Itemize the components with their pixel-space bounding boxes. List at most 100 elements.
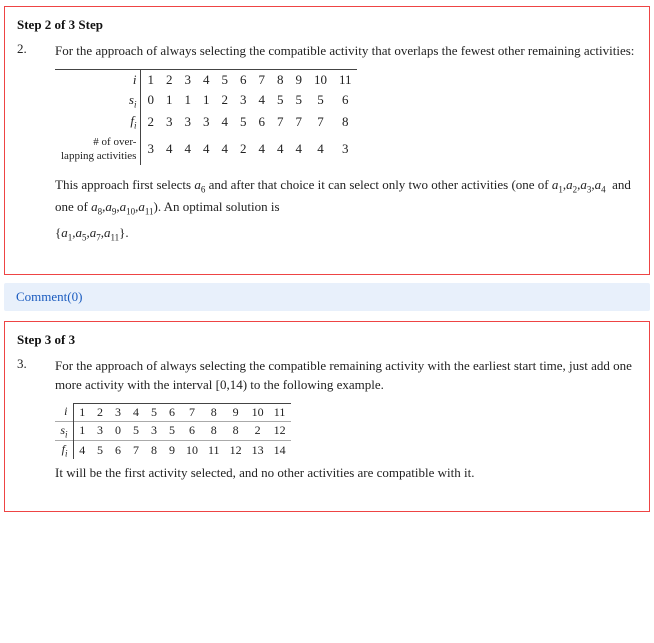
cell: 0: [141, 90, 160, 112]
step2-desc: This approach first selects a6 and after…: [55, 175, 637, 219]
cell: 5: [289, 90, 308, 112]
cell: 6: [109, 440, 127, 459]
step2-num: 2.: [17, 41, 55, 57]
cell: 4: [289, 133, 308, 166]
cell: 4: [252, 90, 271, 112]
cell: 4: [197, 133, 216, 166]
cell: 2: [234, 133, 253, 166]
step2-header: Step 2 of 3 Step: [17, 17, 637, 33]
cell: 6: [252, 111, 271, 133]
cell: 1: [160, 90, 179, 112]
cell: 5: [163, 421, 181, 440]
cell: 5: [271, 90, 290, 112]
cell: 3: [141, 133, 160, 166]
table-row: fi 4 5 6 7 8 9 10 11 12 13 14: [55, 440, 291, 459]
cell: 3: [333, 133, 358, 166]
cell: 5: [215, 69, 234, 90]
row-label-i: i: [55, 69, 141, 90]
step2-content: For the approach of always selecting the…: [55, 41, 637, 254]
cell: 5: [127, 421, 145, 440]
cell: 3: [160, 111, 179, 133]
row-label-fi: fi: [55, 111, 141, 133]
cell: 4: [160, 133, 179, 166]
cell: 8: [145, 440, 163, 459]
cell: 1: [73, 421, 91, 440]
cell: 4: [215, 133, 234, 166]
step3-table: i 1 2 3 4 5 6 7 8 9 10 11: [55, 403, 291, 460]
cell: 1: [197, 90, 216, 112]
cell: 11: [269, 403, 291, 421]
cell: 1: [73, 403, 91, 421]
step2-table: i 1 2 3 4 5 6 7 8 9 10 11: [55, 69, 357, 166]
step3-section: Step 3 of 3 3. For the approach of alway…: [4, 321, 650, 512]
cell: 2: [91, 403, 109, 421]
cell-i: i: [55, 403, 73, 421]
cell: 6: [234, 69, 253, 90]
cell: 7: [127, 440, 145, 459]
step2-table-container: i 1 2 3 4 5 6 7 8 9 10 11: [55, 69, 637, 166]
cell: 4: [308, 133, 333, 166]
cell: 3: [197, 111, 216, 133]
step3-problem-row: 3. For the approach of always selecting …: [17, 356, 637, 491]
cell: 0: [109, 421, 127, 440]
cell-fi: fi: [55, 440, 73, 459]
cell: 11: [203, 440, 225, 459]
cell: 4: [252, 133, 271, 166]
cell: 6: [333, 90, 358, 112]
cell: 3: [145, 421, 163, 440]
cell: 3: [234, 90, 253, 112]
step3-num: 3.: [17, 356, 55, 372]
step3-content: For the approach of always selecting the…: [55, 356, 637, 491]
row-label-si: si: [55, 90, 141, 112]
cell: 3: [178, 69, 197, 90]
cell: 6: [181, 421, 203, 440]
step3-header: Step 3 of 3: [17, 332, 637, 348]
cell-si: si: [55, 421, 73, 440]
cell: 4: [178, 133, 197, 166]
cell: 7: [252, 69, 271, 90]
cell: 8: [333, 111, 358, 133]
cell: 8: [203, 421, 225, 440]
step2-optimal: {a1,a5,a7,a11}.: [55, 223, 637, 245]
step2-problem-row: 2. For the approach of always selecting …: [17, 41, 637, 254]
cell: 5: [308, 90, 333, 112]
cell: 8: [203, 403, 225, 421]
cell: 8: [225, 421, 247, 440]
cell: 5: [91, 440, 109, 459]
step2-section: Step 2 of 3 Step 2. For the approach of …: [4, 6, 650, 275]
cell: 2: [141, 111, 160, 133]
cell: 9: [163, 440, 181, 459]
table-row: i 1 2 3 4 5 6 7 8 9 10 11: [55, 69, 357, 90]
cell: 12: [269, 421, 291, 440]
step2-text1: For the approach of always selecting the…: [55, 41, 637, 61]
table-row: si 0 1 1 1 2 3 4 5 5 5 6: [55, 90, 357, 112]
cell: 5: [234, 111, 253, 133]
cell: 7: [289, 111, 308, 133]
cell: 7: [271, 111, 290, 133]
cell: 12: [225, 440, 247, 459]
cell: 3: [178, 111, 197, 133]
cell: 1: [141, 69, 160, 90]
table-row: # of over-lapping activities 3 4 4 4 4 2…: [55, 133, 357, 166]
cell: 10: [247, 403, 269, 421]
step3-table-container: i 1 2 3 4 5 6 7 8 9 10 11: [55, 403, 637, 460]
cell: 3: [91, 421, 109, 440]
cell: 4: [73, 440, 91, 459]
cell: 3: [109, 403, 127, 421]
cell: 8: [271, 69, 290, 90]
cell: 9: [289, 69, 308, 90]
comment-bar[interactable]: Comment(0): [4, 283, 650, 311]
cell: 11: [333, 69, 358, 90]
cell: 4: [127, 403, 145, 421]
cell: 1: [178, 90, 197, 112]
cell: 14: [269, 440, 291, 459]
table-row: fi 2 3 3 3 4 5 6 7 7 7 8: [55, 111, 357, 133]
cell: 13: [247, 440, 269, 459]
cell: 9: [225, 403, 247, 421]
cell: 5: [145, 403, 163, 421]
cell: 4: [215, 111, 234, 133]
cell: 4: [271, 133, 290, 166]
cell: 2: [215, 90, 234, 112]
row-label-overlap: # of over-lapping activities: [55, 133, 141, 166]
step3-text2: It will be the first activity selected, …: [55, 463, 637, 483]
